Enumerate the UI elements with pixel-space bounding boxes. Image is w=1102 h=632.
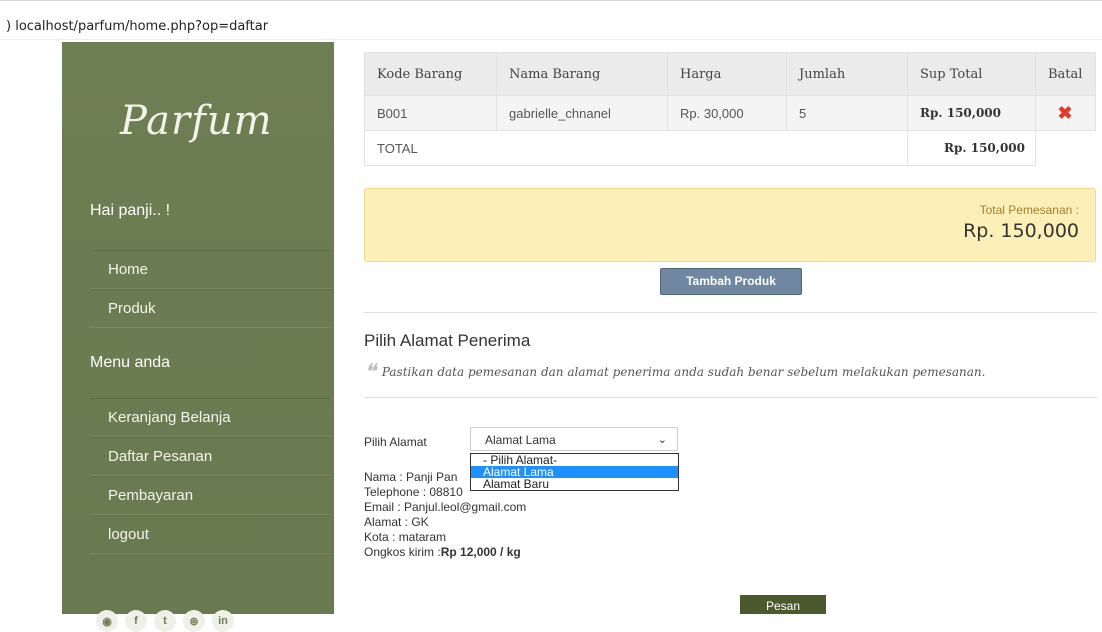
cell-subtotal: Rp. 150,000 [907, 95, 1036, 131]
add-product-button[interactable]: Tambah Produk [660, 268, 802, 295]
menu-heading: Menu anda [90, 354, 171, 371]
detail-ongkos: Ongkos kirim :Rp 12,000 / kg [364, 545, 526, 560]
total-pemesanan-label: Total Pemesanan : [979, 203, 1079, 217]
address-select[interactable]: Alamat Lama ⌄ [470, 427, 678, 451]
nav-item-home[interactable]: Home [90, 250, 330, 289]
ongkos-value: Rp 12,000 / kg [440, 545, 521, 559]
col-nama: Nama Barang [496, 52, 668, 96]
nav-item-pembayaran[interactable]: Pembayaran [90, 476, 330, 515]
notice-quote: ❝ Pastikan data pemesanan dan alamat pene… [364, 360, 985, 385]
cell-harga: Rp. 30,000 [667, 95, 787, 131]
cell-kode: B001 [364, 95, 497, 131]
chevron-down-icon: ⌄ [657, 434, 667, 446]
col-harga: Harga [667, 52, 787, 96]
detail-alamat: Alamat : GK [364, 515, 429, 529]
greeting-text: Hai panji.. ! [90, 202, 171, 219]
table-header-row: Kode Barang Nama Barang Harga Jumlah Sup… [364, 52, 1096, 96]
delete-x-icon[interactable]: ✖ [1057, 103, 1072, 123]
address-dropdown-list: - Pilih Alamat- Alamat Lama Alamat Baru [470, 453, 679, 491]
dropdown-option[interactable]: Alamat Baru [471, 478, 678, 490]
total-row: TOTAL Rp. 150,000 [364, 130, 1096, 166]
total-value: Rp. 150,000 [907, 130, 1036, 166]
user-nav: Keranjang Belanja Daftar Pesanan Pembaya… [90, 398, 330, 554]
twitter-icon[interactable]: t [154, 610, 176, 632]
detail-email: Email : Panjul.leol@gmail.com [364, 500, 527, 514]
sidebar: Parfum Hai panji.. ! Home Produk Menu an… [62, 42, 334, 632]
nav-item-keranjang[interactable]: Keranjang Belanja [90, 398, 330, 437]
cell-batal: ✖ [1035, 95, 1096, 131]
empty-cell [1035, 130, 1096, 166]
rss-icon[interactable]: ◉ [96, 610, 118, 632]
col-kode: Kode Barang [364, 52, 497, 96]
col-subtotal: Sup Total [907, 52, 1036, 96]
site-logo[interactable]: Parfum [120, 98, 273, 144]
nav-item-produk[interactable]: Produk [90, 289, 330, 328]
order-total-alert: Total Pemesanan : Rp. 150,000 [364, 188, 1096, 262]
notice-text: Pastikan data pemesanan dan alamat pener… [381, 365, 986, 379]
divider [364, 312, 1097, 313]
total-pemesanan-amount: Rp. 150,000 [963, 220, 1079, 242]
ongkos-label: Ongkos kirim : [364, 545, 441, 559]
section-title: Pilih Alamat Penerima [364, 331, 531, 350]
nav-item-logout[interactable]: logout [90, 515, 330, 554]
divider [0, 39, 1102, 40]
address-select-label: Pilih Alamat [364, 435, 427, 449]
address-select-value: Alamat Lama [485, 433, 556, 447]
col-batal: Batal [1035, 52, 1096, 96]
detail-kota: Kota : mataram [364, 530, 447, 544]
cell-jumlah: 5 [786, 95, 908, 131]
col-jumlah: Jumlah [786, 52, 908, 96]
main-nav: Home Produk [90, 250, 330, 328]
linkedin-icon[interactable]: in [212, 610, 234, 632]
cell-nama: gabrielle_chnanel [496, 95, 668, 131]
url-text[interactable]: ) localhost/parfum/home.php?op=daftar [6, 19, 268, 34]
order-button[interactable]: Pesan [740, 595, 826, 614]
table-row: B001 gabrielle_chnanel Rp. 30,000 5 Rp. … [364, 95, 1096, 131]
nav-item-daftar-pesanan[interactable]: Daftar Pesanan [90, 437, 330, 476]
browser-address-bar[interactable]: ) localhost/parfum/home.php?op=daftar [0, 0, 1102, 40]
dribbble-icon[interactable]: ⊛ [183, 610, 205, 632]
quote-icon: ❝ [364, 360, 376, 385]
facebook-icon[interactable]: f [125, 610, 147, 632]
total-label: TOTAL [364, 130, 908, 166]
cart-table: Kode Barang Nama Barang Harga Jumlah Sup… [364, 52, 1096, 166]
divider [364, 397, 1097, 398]
social-links: ◉ f t ⊛ in [96, 610, 234, 632]
